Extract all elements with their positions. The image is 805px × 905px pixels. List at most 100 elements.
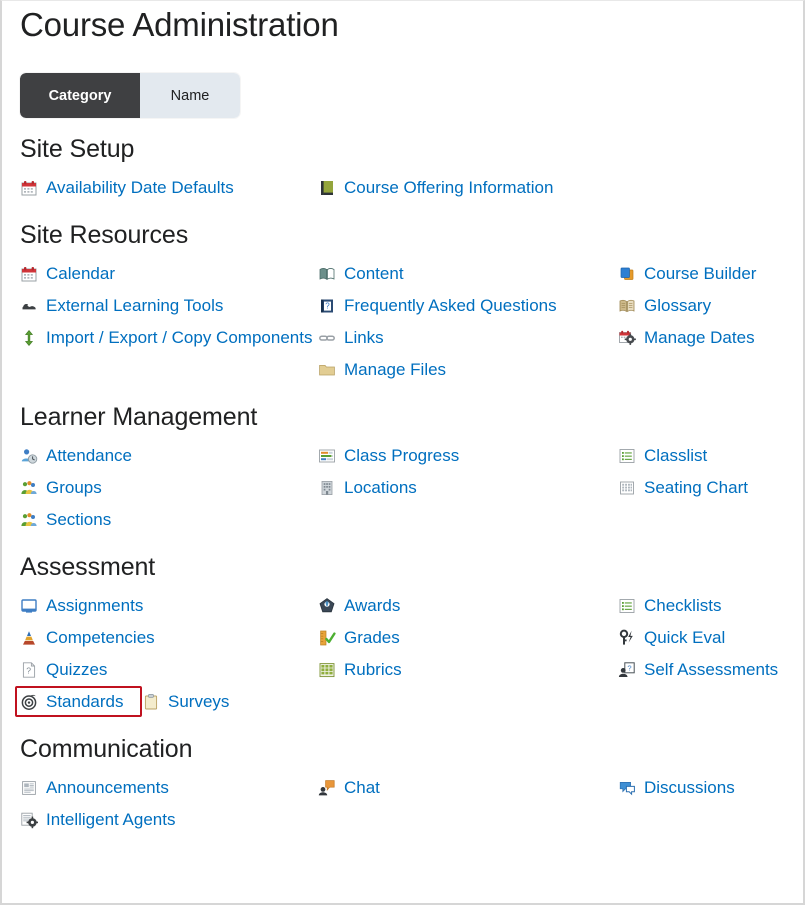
link-label[interactable]: Assignments (46, 593, 143, 618)
link-item-announcements[interactable]: Announcements (20, 772, 318, 804)
link-label[interactable]: Content (344, 261, 404, 286)
section-link-grid: Announcements Chat Discussions Intelligent … (20, 772, 803, 836)
link-item-availability-date-defaults[interactable]: Availability Date Defaults (20, 172, 318, 204)
link-item-seating-chart[interactable]: Seating Chart (618, 472, 803, 504)
course-administration-page: Course Administration Category Name Site… (2, 1, 803, 836)
link-label[interactable]: Course Builder (644, 261, 756, 286)
link-label[interactable]: Frequently Asked Questions (344, 293, 557, 318)
link-row: Intelligent Agents (20, 804, 803, 836)
link-row: Groups Locations Seating Chart (20, 472, 803, 504)
link-item-intelligent-agents[interactable]: Intelligent Agents (20, 804, 318, 836)
link-label[interactable]: Checklists (644, 593, 721, 618)
link-label[interactable]: External Learning Tools (46, 293, 223, 318)
link-label[interactable]: Intelligent Agents (46, 807, 175, 832)
link-label[interactable]: Class Progress (344, 443, 459, 468)
link-label[interactable]: Import / Export / Copy Components (46, 325, 312, 350)
link-item-calendar[interactable]: Calendar (20, 258, 318, 290)
link-item-assignments[interactable]: Assignments (20, 590, 318, 622)
page-frame: Course Administration Category Name Site… (0, 0, 805, 905)
link-item-links[interactable]: Links (318, 322, 618, 354)
link-label[interactable]: Groups (46, 475, 102, 500)
calendar-gear-icon (618, 329, 636, 347)
link-label[interactable]: Availability Date Defaults (46, 175, 234, 200)
link-item-external-learning-tools[interactable]: External Learning Tools (20, 290, 318, 322)
glossary-book-icon (618, 297, 636, 315)
section-heading: Communication (20, 735, 193, 763)
link-item-class-progress[interactable]: Class Progress (318, 440, 618, 472)
link-item-manage-files[interactable]: Manage Files (318, 354, 618, 386)
link-label[interactable]: Locations (344, 475, 417, 500)
link-item-quick-eval[interactable]: Quick Eval (618, 622, 803, 654)
agent-gear-icon (20, 811, 38, 829)
link-item-frequently-asked-questions[interactable]: ? Frequently Asked Questions (318, 290, 618, 322)
link-row: Import / Export / Copy Components Links Ma… (20, 322, 803, 354)
person-question-icon: ? (618, 661, 636, 679)
link-label[interactable]: Quick Eval (644, 625, 725, 650)
link-item-grades[interactable]: Grades (318, 622, 618, 654)
folder-icon (318, 361, 336, 379)
link-item-glossary[interactable]: Glossary (618, 290, 803, 322)
link-item-course-builder[interactable]: Course Builder (618, 258, 803, 290)
link-item-surveys[interactable]: Surveys (142, 686, 442, 718)
link-row: Standards Surveys (15, 686, 803, 718)
link-item-sections[interactable]: Sections (20, 504, 318, 536)
link-row: Calendar Content Course Builder (20, 258, 803, 290)
link-label[interactable]: Surveys (168, 689, 229, 714)
link-row: Attendance Class Progress Classlist (20, 440, 803, 472)
link-label[interactable]: Attendance (46, 443, 132, 468)
link-item-checklists[interactable]: Checklists (618, 590, 803, 622)
link-label[interactable]: Chat (344, 775, 380, 800)
link-label[interactable]: Calendar (46, 261, 115, 286)
toggle-category-button[interactable]: Category (20, 73, 140, 118)
link-label[interactable]: Classlist (644, 443, 707, 468)
link-item-rubrics[interactable]: Rubrics (318, 654, 618, 686)
link-label[interactable]: Manage Dates (644, 325, 755, 350)
toggle-name-button[interactable]: Name (140, 73, 240, 118)
link-item-groups[interactable]: Groups (20, 472, 318, 504)
green-book-icon (318, 179, 336, 197)
question-book-icon: ? (318, 297, 336, 315)
up-down-arrow-icon (20, 329, 38, 347)
link-label[interactable]: Sections (46, 507, 111, 532)
link-label[interactable]: Discussions (644, 775, 735, 800)
people-group-icon (20, 479, 38, 497)
link-label[interactable]: Awards (344, 593, 400, 618)
link-item-attendance[interactable]: Attendance (20, 440, 318, 472)
svg-text:?: ? (325, 302, 330, 311)
sort-toggle-group[interactable]: Category Name (20, 73, 240, 118)
link-item-quizzes[interactable]: ? Quizzes (20, 654, 318, 686)
stacked-pages-icon (618, 265, 636, 283)
pyramid-icon (20, 629, 38, 647)
section-heading: Assessment (20, 553, 156, 581)
link-item-manage-dates[interactable]: Manage Dates (618, 322, 803, 354)
link-item-discussions[interactable]: Discussions (618, 772, 803, 804)
link-item-locations[interactable]: Locations (318, 472, 618, 504)
link-label[interactable]: Manage Files (344, 357, 446, 382)
link-item-course-offering-information[interactable]: Course Offering Information (318, 172, 618, 204)
link-item-standards[interactable]: Standards (15, 686, 142, 717)
link-item-self-assessments[interactable]: ? Self Assessments (618, 654, 803, 686)
link-item-classlist[interactable]: Classlist (618, 440, 803, 472)
link-item-chat[interactable]: Chat (318, 772, 618, 804)
link-label[interactable]: Course Offering Information (344, 175, 553, 200)
link-item-content[interactable]: Content (318, 258, 618, 290)
link-label[interactable]: Competencies (46, 625, 155, 650)
link-label[interactable]: Quizzes (46, 657, 107, 682)
link-label[interactable]: Standards (46, 689, 124, 714)
section-link-grid: Calendar Content Course Builder External Le… (20, 258, 803, 386)
question-page-icon: ? (20, 661, 38, 679)
link-label[interactable]: Seating Chart (644, 475, 748, 500)
monitor-icon (20, 597, 38, 615)
link-label[interactable]: Rubrics (344, 657, 402, 682)
link-item-competencies[interactable]: Competencies (20, 622, 318, 654)
link-item-awards[interactable]: Awards (318, 590, 618, 622)
link-item-import-export-copy-components[interactable]: Import / Export / Copy Components (20, 322, 318, 354)
link-label[interactable]: Grades (344, 625, 400, 650)
link-row: Assignments Awards Checklists (20, 590, 803, 622)
link-label[interactable]: Links (344, 325, 384, 350)
link-label[interactable]: Self Assessments (644, 657, 778, 682)
news-page-icon (20, 779, 38, 797)
link-label[interactable]: Announcements (46, 775, 169, 800)
page-title: Course Administration (20, 6, 339, 43)
link-label[interactable]: Glossary (644, 293, 711, 318)
